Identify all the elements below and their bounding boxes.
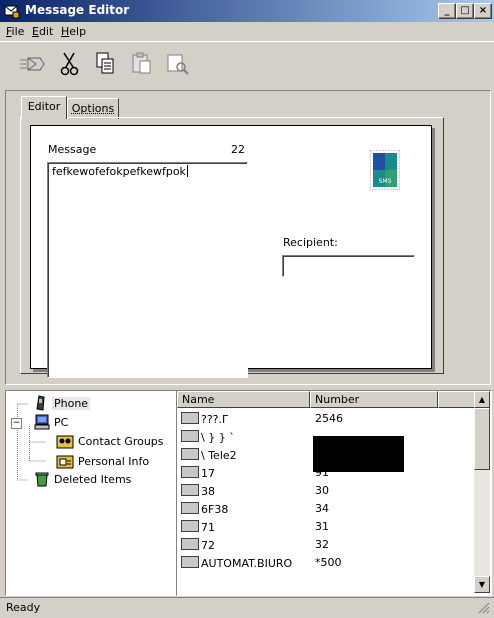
tree-label-pc: PC xyxy=(54,416,68,429)
tab-editor-label: Editor xyxy=(28,100,61,113)
contact-name: 6F38 xyxy=(201,503,228,516)
title-bar[interactable]: Message Editor _ □ × xyxy=(0,0,494,22)
redaction-box xyxy=(313,436,404,472)
tree-item-contact-groups[interactable]: Contact Groups xyxy=(56,433,164,449)
list-scrollbar[interactable]: ▲ ▼ xyxy=(474,391,490,593)
menu-help-label: elp xyxy=(69,25,86,38)
tab-editor[interactable]: Editor xyxy=(21,96,67,119)
column-header-name-label: Name xyxy=(182,393,214,406)
phone-icon xyxy=(34,395,48,411)
contact-number: 31 xyxy=(315,520,329,533)
contact-groups-icon xyxy=(56,433,74,449)
contact-name: AUTOMAT.BIURO xyxy=(201,557,292,570)
list-item[interactable]: 71 31 xyxy=(177,517,477,535)
contact-number: 30 xyxy=(315,484,329,497)
scroll-down-button[interactable]: ▼ xyxy=(474,576,490,593)
contact-name: \ } } ` xyxy=(201,431,235,444)
send-icon[interactable] xyxy=(18,50,46,78)
list-item[interactable]: 72 32 xyxy=(177,535,477,553)
column-header-name[interactable]: Name xyxy=(177,391,310,408)
menu-edit[interactable]: Edit xyxy=(32,25,53,38)
status-text: Ready xyxy=(6,601,40,614)
menu-edit-label: dit xyxy=(39,25,53,38)
contact-name: 72 xyxy=(201,539,215,552)
sms-icon-text: SMS xyxy=(379,178,392,185)
find-icon[interactable] xyxy=(164,50,192,78)
text-caret xyxy=(187,165,188,177)
tab-options-label: Options xyxy=(72,102,114,115)
sim-contact-icon xyxy=(181,448,199,460)
tree-item-pc[interactable]: PC xyxy=(34,414,68,430)
recipient-input[interactable] xyxy=(282,255,415,277)
menu-help[interactable]: Help xyxy=(61,25,86,38)
tree-label-deleted-items: Deleted Items xyxy=(54,473,131,486)
message-label: Message xyxy=(48,143,96,156)
column-header-number[interactable]: Number xyxy=(310,391,438,408)
sim-contact-icon xyxy=(181,556,199,568)
menu-edit-key: E xyxy=(32,25,39,38)
sim-contact-icon xyxy=(181,466,199,478)
contact-number: *500 xyxy=(315,556,342,569)
menu-file-label: ile xyxy=(12,25,25,38)
contact-number: 2546 xyxy=(315,412,343,425)
status-bar: Ready xyxy=(0,597,494,618)
close-button[interactable]: × xyxy=(474,3,492,19)
maximize-button[interactable]: □ xyxy=(456,3,474,19)
list-rows: ???.Г 2546 \ } } ` \ Tele2 17 91 38 30 6… xyxy=(177,409,477,571)
contact-name: 71 xyxy=(201,521,215,534)
message-text: fefkewofefokpefkewfpok xyxy=(52,165,186,178)
list-item[interactable]: ???.Г 2546 xyxy=(177,409,477,427)
minimize-button[interactable]: _ xyxy=(438,3,456,19)
menu-file[interactable]: File xyxy=(6,25,24,38)
menu-bar: File Edit Help xyxy=(0,22,494,41)
tab-options[interactable]: Options xyxy=(67,98,119,119)
contact-name: 17 xyxy=(201,467,215,480)
sim-contact-icon xyxy=(181,484,199,496)
sim-contact-icon xyxy=(181,502,199,514)
cut-icon[interactable] xyxy=(56,50,84,78)
copy-icon[interactable] xyxy=(92,50,120,78)
message-input[interactable]: fefkewofefokpefkewfpok xyxy=(47,162,248,378)
recipient-label: Recipient: xyxy=(283,236,338,249)
computer-icon xyxy=(34,414,50,430)
folder-tree: Phone − PC Contact Groups Personal Info … xyxy=(5,390,177,596)
recycle-bin-icon xyxy=(34,471,50,487)
contact-name: 38 xyxy=(201,485,215,498)
list-item[interactable]: AUTOMAT.BIURO *500 xyxy=(177,553,477,571)
paste-icon[interactable] xyxy=(128,50,156,78)
tree-label-personal-info: Personal Info xyxy=(78,455,149,468)
contact-number: 32 xyxy=(315,538,329,551)
toolbar xyxy=(0,41,494,88)
tree-label-contact-groups: Contact Groups xyxy=(78,435,164,448)
sim-contact-icon xyxy=(181,538,199,550)
window-title: Message Editor xyxy=(25,3,129,17)
contact-number: 34 xyxy=(315,502,329,515)
list-item[interactable]: 38 30 xyxy=(177,481,477,499)
column-header-number-label: Number xyxy=(315,393,359,406)
sms-stamp-icon: SMS xyxy=(370,150,400,190)
contact-name: ???.Г xyxy=(201,413,229,426)
contacts-list: Name Number ???.Г 2546 \ } } ` \ Tele2 1… xyxy=(176,390,492,596)
sim-contact-icon xyxy=(181,520,199,532)
tree-label-phone: Phone xyxy=(52,397,90,410)
app-icon xyxy=(4,3,20,19)
resize-grip-icon[interactable] xyxy=(478,602,490,614)
collapse-toggle[interactable]: − xyxy=(11,418,22,429)
char-count: 22 xyxy=(231,143,245,156)
column-header-blank[interactable] xyxy=(438,391,478,408)
tree-item-personal-info[interactable]: Personal Info xyxy=(56,453,149,469)
tree-item-phone[interactable]: Phone xyxy=(34,395,90,411)
personal-info-icon xyxy=(56,453,74,469)
sim-contact-icon xyxy=(181,412,199,424)
scroll-thumb[interactable] xyxy=(474,408,490,470)
tree-item-deleted-items[interactable]: Deleted Items xyxy=(34,471,131,487)
sim-contact-icon xyxy=(181,430,199,442)
contact-name: \ Tele2 xyxy=(201,449,237,462)
scroll-up-button[interactable]: ▲ xyxy=(474,391,490,408)
list-item[interactable]: 6F38 34 xyxy=(177,499,477,517)
